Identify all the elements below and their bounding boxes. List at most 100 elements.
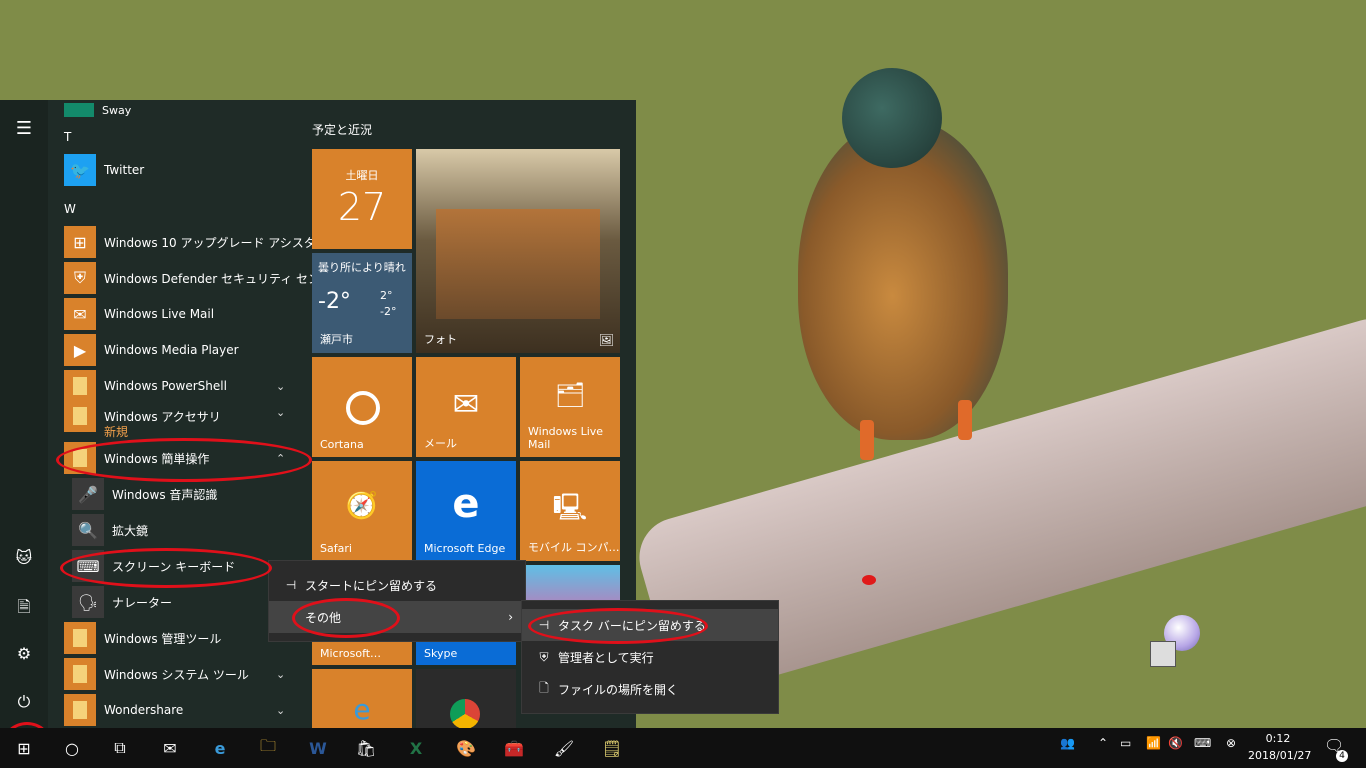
chevron-down-icon[interactable]: ⌄ [276,704,285,717]
app-windows-media-player[interactable]: ▶ Windows Media Player [64,332,239,368]
app-label: 拡大鏡 [112,523,149,538]
tile-mail[interactable]: ✉ メール [416,357,516,457]
app-label: Windows Media Player [104,343,239,357]
app-narrator[interactable]: 🗣 ナレーター [72,584,172,620]
media-player-icon: ▶ [64,334,96,366]
app-wondershare[interactable]: Wondershare [64,692,183,728]
letter-t[interactable]: T [64,130,71,144]
menu-item-label: スタートにピン留めする [305,578,438,593]
devices-icon: 🖳 [552,493,588,523]
open-file-location-item[interactable]: 🗋 ファイルの場所を開く [522,673,778,705]
app-twitter[interactable]: 🐦 Twitter [64,152,144,188]
run-as-admin-item[interactable]: ⛨ 管理者として実行 [522,641,778,673]
live-mail-icon: 🗂 [554,381,586,409]
tile-ie[interactable]: e [312,669,412,728]
app-windows-defender[interactable]: ⛨ Windows Defender セキュリティ セン… [64,260,332,296]
app-label: Wondershare [104,703,184,717]
chevron-up-icon[interactable]: ⌃ [1098,736,1108,750]
task-view-icon[interactable]: ⧉ [106,734,134,762]
weather-low: -2° [380,305,397,318]
chevron-down-icon[interactable]: ⌄ [276,668,285,681]
battery-icon[interactable]: ▭ [1120,736,1131,750]
red-dot [862,575,876,585]
letter-w[interactable]: W [64,202,76,216]
people-icon[interactable]: 👥 [1060,736,1075,750]
app-magnifier[interactable]: 🔍 拡大鏡 [72,512,148,548]
wallpaper-kingfisher-head [842,68,942,168]
power-icon[interactable]: ⏻ [12,692,36,716]
tile-calendar[interactable]: 土曜日 27 [312,149,412,249]
sway-icon [64,103,94,117]
volume-muted-icon[interactable]: 🔇 [1168,736,1183,750]
wifi-icon[interactable]: 📶 [1146,736,1161,750]
chevron-down-icon[interactable]: ⌄ [276,380,285,393]
documents-icon[interactable]: 🗎 [12,596,36,620]
wallpaper-kingfisher-foot [958,400,972,440]
app-sway[interactable]: Sway [64,92,131,128]
tile-weather[interactable]: 曇り所により晴れ -2° 2° -2° 瀬戸市 [312,253,412,353]
app-windows10-upgrade[interactable]: ⊞ Windows 10 アップグレード アシスタント [64,224,340,260]
folder-icon [64,400,96,432]
app-windows-admin-tools[interactable]: Windows 管理ツール [64,620,221,656]
wallpaper-kingfisher-foot [860,420,874,460]
app-label: Sway [102,103,132,117]
tile-edge[interactable]: e Microsoft Edge [416,461,516,561]
cortana-icon [346,391,380,425]
app-label: ナレーター [112,595,173,610]
excel-icon[interactable]: X [402,734,430,762]
file-icon: 🗋 [539,680,549,695]
edge-icon: e [452,481,480,527]
app-windows-live-mail[interactable]: ✉ Windows Live Mail [64,296,214,332]
mail-icon: ✉ [452,385,480,423]
app-label: Windows 音声認識 [112,487,218,502]
tile-photos[interactable]: フォト 🖼 [416,149,620,353]
app-label: Windows システム ツール [104,667,249,682]
sticky-notes-icon[interactable]: 🗒 [598,734,626,762]
tile-label: モバイル コンパ… [528,541,620,554]
app-windows-system-tools[interactable]: Windows システム ツール [64,656,249,692]
tile-chrome[interactable] [416,669,516,729]
wallpaper-kingfisher [798,120,1008,440]
clock-date: 2018/01/27 [1248,749,1312,762]
pin-to-start-item[interactable]: ⊣ スタートにピン留めする [269,569,525,601]
file-explorer-icon[interactable]: 🗀 [254,734,282,762]
tile-microsoft[interactable]: Microsoft… [312,641,412,665]
toolbox-icon[interactable]: 🧰 [500,734,528,762]
app-label: Windows Defender セキュリティ セン… [104,271,333,286]
paint-icon[interactable]: 🎨 [452,734,480,762]
app-label: Windows 管理ツール [104,631,222,646]
hamburger-icon[interactable]: ☰ [12,118,36,142]
keyboard-icon[interactable]: ⌨ [1194,736,1211,750]
store-icon[interactable]: 🛍 [352,734,380,762]
tile-skype[interactable]: Skype [416,641,516,665]
calendar-date: 27 [337,185,387,229]
paintbrush-icon[interactable]: 🖌 [550,734,578,762]
folder-icon [64,622,96,654]
tile-safari[interactable]: 🧭 Safari [312,461,412,561]
start-button-windows-icon[interactable]: ⊞ [10,734,38,762]
taskbar-clock[interactable]: 0:12 2018/01/27 [1248,730,1312,764]
tile-label: Cortana [320,438,364,451]
shield-icon: ⛨ [539,649,549,664]
app-windows-accessories[interactable]: Windows アクセサリ [64,398,221,434]
live-mail-taskbar-icon[interactable]: ✉ [156,734,184,762]
magnifier-icon: 🔍 [72,514,104,546]
annotation-ring [60,548,272,588]
tile-label: Skype [424,647,458,660]
tile-cortana[interactable]: Cortana [312,357,412,457]
start-rail [0,100,48,728]
cortana-search-icon[interactable]: ○ [58,734,86,762]
settings-gear-icon[interactable]: ⚙ [12,644,36,668]
shield-icon: ⛨ [64,262,96,294]
word-icon[interactable]: W [304,734,332,762]
edge-taskbar-icon[interactable]: e [206,734,234,762]
user-avatar-icon[interactable]: 🐱 [12,548,36,572]
menu-item-label: 管理者として実行 [558,650,654,665]
tile-mobile-companion[interactable]: 🖳 モバイル コンパ… [520,461,620,561]
folder-icon [64,658,96,690]
tile-windows-live-mail[interactable]: 🗂 Windows Live Mail [520,357,620,457]
desktop-gadget-icon[interactable] [1150,615,1200,667]
chevron-down-icon[interactable]: ⌄ [276,406,285,419]
close-circle-icon[interactable]: ⊗ [1226,736,1236,750]
photo-icon: 🖼 [598,333,614,347]
